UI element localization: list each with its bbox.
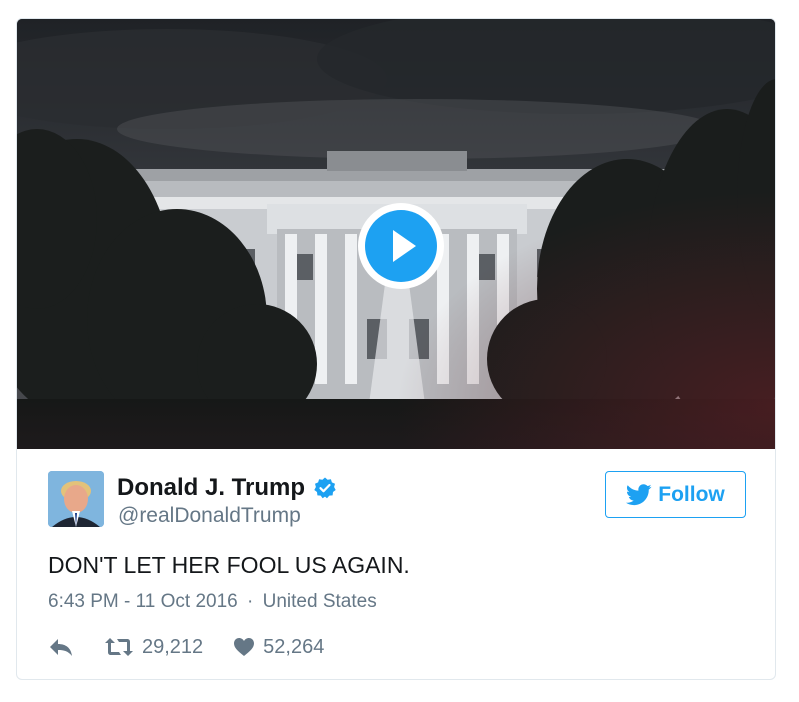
- retweet-count: 29,212: [142, 635, 204, 658]
- tweet-body: Donald J. Trump @realDonaldTrump Follow …: [17, 449, 775, 679]
- avatar-image: [48, 471, 104, 527]
- meta-separator: ·: [247, 591, 254, 612]
- retweet-icon: [105, 638, 133, 656]
- play-icon[interactable]: [356, 201, 446, 291]
- like-button[interactable]: 52,264: [233, 636, 324, 659]
- follow-label: Follow: [658, 482, 725, 506]
- heart-icon: [234, 638, 255, 656]
- video-player[interactable]: [17, 19, 775, 449]
- location-link[interactable]: United States: [263, 591, 377, 612]
- avatar[interactable]: [48, 471, 104, 527]
- timestamp-link[interactable]: 6:43 PM - 11 Oct 2016: [48, 591, 238, 612]
- retweet-button[interactable]: 29,212: [104, 636, 203, 659]
- follow-button[interactable]: Follow: [605, 471, 746, 518]
- tweet-meta: 6:43 PM - 11 Oct 2016 · United States: [48, 591, 377, 613]
- tweet-card: Donald J. Trump @realDonaldTrump Follow …: [16, 18, 776, 680]
- user-handle[interactable]: @realDonaldTrump: [118, 504, 301, 528]
- display-name[interactable]: Donald J. Trump: [117, 474, 337, 502]
- display-name-text: Donald J. Trump: [117, 474, 306, 501]
- verified-badge-icon: [314, 477, 336, 499]
- twitter-bird-icon: [626, 483, 652, 505]
- like-count: 52,264: [263, 635, 325, 658]
- tweet-text: DON'T LET HER FOOL US AGAIN.: [48, 552, 410, 578]
- reply-icon[interactable]: [48, 636, 74, 658]
- tweet-actions: 29,212 52,264: [48, 634, 324, 660]
